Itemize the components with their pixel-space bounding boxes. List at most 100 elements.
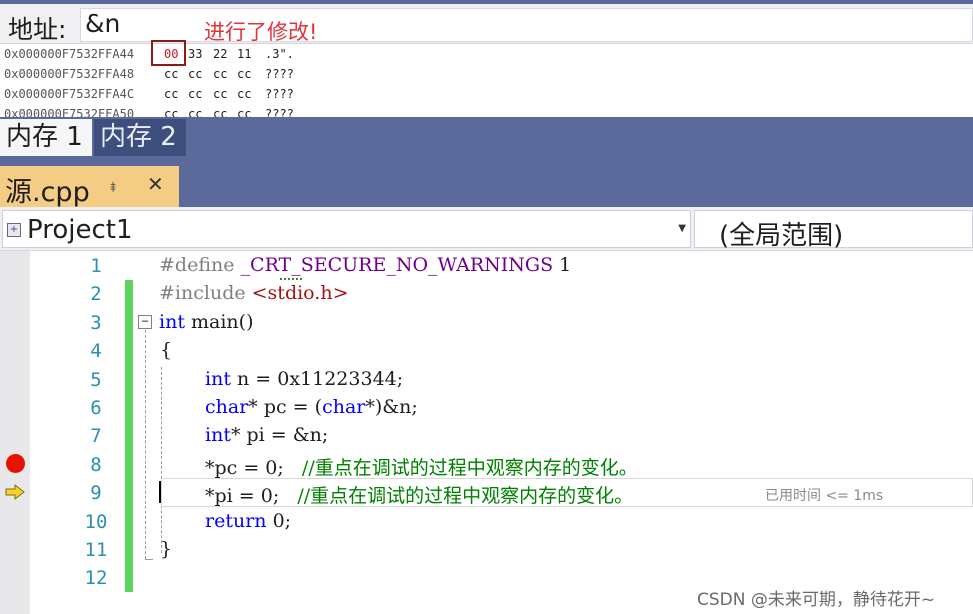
memory-byte[interactable]: cc	[213, 87, 227, 101]
line-number: 8	[90, 454, 102, 476]
address-label: 地址:	[8, 15, 67, 44]
memory-byte[interactable]: cc	[213, 67, 227, 81]
tab-memory-2[interactable]: 内存 2	[94, 119, 186, 156]
memory-byte[interactable]: 11	[237, 47, 251, 61]
scope-label: (全局范围)	[719, 221, 844, 251]
breakpoint-icon[interactable]	[6, 454, 25, 473]
memory-byte[interactable]: cc	[237, 87, 251, 101]
memory-ascii: ????	[265, 67, 294, 81]
code-token: return	[205, 510, 267, 532]
code-line: #include <stdio.h>	[159, 282, 349, 304]
project-icon: +	[7, 223, 21, 237]
code-line: {	[160, 339, 172, 361]
code-token: 1	[553, 254, 572, 276]
line-number: 1	[90, 255, 102, 277]
code-editor[interactable]: 1 2 3 4 5 6 7 8 9 10 11 12 − #define _CR…	[30, 251, 973, 614]
memory-row: 0x000000F7532FFA4C cc cc cc cc ????	[4, 85, 294, 105]
line-number: 10	[84, 511, 108, 533]
change-tracking-bar	[125, 280, 133, 592]
memory-byte[interactable]: cc	[164, 107, 178, 117]
line-number: 9	[90, 482, 102, 504]
line-number: 2	[90, 283, 102, 305]
code-token: #include	[159, 282, 252, 304]
address-bar: 地址: &n 进行了修改!	[0, 4, 973, 44]
code-token: #define	[159, 254, 241, 276]
code-line: int main()	[159, 311, 253, 333]
memory-row: 0x000000F7532FFA44 00 33 22 11 .3".	[4, 45, 294, 65]
memory-byte[interactable]: cc	[237, 67, 251, 81]
code-token: * pi = &n;	[230, 424, 329, 446]
text-caret	[159, 481, 161, 503]
memory-byte[interactable]: 33	[188, 47, 202, 61]
code-token: char	[322, 396, 366, 418]
memory-byte[interactable]: cc	[164, 67, 178, 81]
project-dropdown[interactable]: + Project1 ▼	[2, 210, 691, 248]
modified-annotation: 进行了修改!	[204, 20, 318, 44]
memory-address: 0x000000F7532FFA44	[4, 47, 135, 61]
code-token: }	[160, 538, 173, 560]
code-line: *pi = 0; //重点在调试的过程中观察内存的变化。	[205, 481, 633, 508]
code-line: return 0;	[205, 510, 291, 532]
memory-byte[interactable]: cc	[164, 87, 178, 101]
outline-guide-end	[145, 559, 153, 560]
memory-tab-strip: 内存 1 内存 2	[0, 117, 973, 159]
code-token: char	[205, 396, 249, 418]
memory-address: 0x000000F7532FFA48	[4, 67, 135, 81]
memory-ascii: .3".	[265, 47, 294, 61]
code-token: int	[159, 311, 185, 333]
code-line: }	[160, 538, 172, 560]
pin-icon[interactable]: ⯒	[110, 177, 116, 201]
close-icon[interactable]: ✕	[147, 172, 164, 196]
changed-byte-highlight	[151, 40, 186, 66]
code-line: int* pi = &n;	[205, 424, 328, 446]
code-token: n = 0x11223344;	[230, 368, 404, 390]
outline-guide	[145, 330, 146, 559]
code-line: char* pc = (char*)&n;	[205, 396, 418, 418]
code-token: *)&n;	[365, 396, 418, 418]
code-line: int n = 0x11223344;	[205, 368, 403, 390]
line-number: 5	[90, 369, 102, 391]
line-number: 11	[84, 539, 108, 561]
glyph-margin[interactable]	[0, 251, 30, 614]
memory-byte[interactable]: cc	[188, 87, 202, 101]
line-number: 4	[90, 340, 102, 362]
code-token: <stdio.h>	[251, 282, 349, 304]
collapse-icon[interactable]: −	[138, 315, 152, 329]
memory-byte[interactable]: cc	[237, 107, 251, 117]
memory-rows: 0x000000F7532FFA44 00 33 22 11 .3". 0x00…	[0, 45, 973, 117]
memory-byte[interactable]: cc	[188, 67, 202, 81]
code-token: *pi = 0;	[205, 485, 298, 507]
tab-source-file-label: 源.cpp	[5, 177, 90, 208]
code-token: {	[160, 339, 173, 361]
code-comment: //重点在调试的过程中观察内存的变化。	[301, 457, 638, 479]
line-number: 3	[90, 312, 102, 334]
code-line: #define _CRT_SECURE_NO_WARNINGS 1	[159, 254, 571, 276]
watermark: CSDN @未来可期，静待花开~	[697, 590, 936, 610]
memory-address: 0x000000F7532FFA50	[4, 107, 135, 117]
code-token: _CRT_SECURE_NO_WARNINGS	[240, 254, 554, 276]
tab-source-file[interactable]: 源.cpp ⯒ ✕	[0, 166, 179, 208]
navigation-bar: + Project1 ▼ (全局范围)	[0, 207, 973, 251]
code-token: main()	[184, 311, 254, 333]
memory-byte[interactable]: cc	[213, 107, 227, 117]
memory-row: 0x000000F7532FFA48 cc cc cc cc ????	[4, 65, 294, 85]
indent-guide	[161, 367, 162, 553]
memory-byte[interactable]: 22	[213, 47, 227, 61]
memory-byte[interactable]: cc	[188, 107, 202, 117]
scope-dropdown[interactable]: (全局范围)	[694, 210, 973, 251]
editor-tab-strip: 源.cpp ⯒ ✕	[0, 159, 973, 208]
memory-row: 0x000000F7532FFA50 cc cc cc cc ????	[4, 105, 294, 117]
code-token: int	[205, 368, 231, 390]
tab-memory-1[interactable]: 内存 1	[0, 119, 92, 156]
code-line: *pc = 0; //重点在调试的过程中观察内存的变化。	[205, 453, 638, 480]
memory-ascii: ????	[265, 87, 294, 101]
project-label: Project1	[27, 215, 133, 245]
chevron-down-icon[interactable]: ▼	[678, 223, 686, 234]
code-token: *pc = 0;	[205, 457, 302, 479]
code-token: int	[205, 424, 231, 446]
memory-address: 0x000000F7532FFA4C	[4, 87, 135, 101]
code-token: * pc = (	[248, 396, 323, 418]
code-comment: //重点在调试的过程中观察内存的变化。	[297, 485, 634, 507]
perf-tip: 已用时间 <= 1ms	[765, 488, 884, 504]
line-number: 6	[90, 397, 102, 419]
